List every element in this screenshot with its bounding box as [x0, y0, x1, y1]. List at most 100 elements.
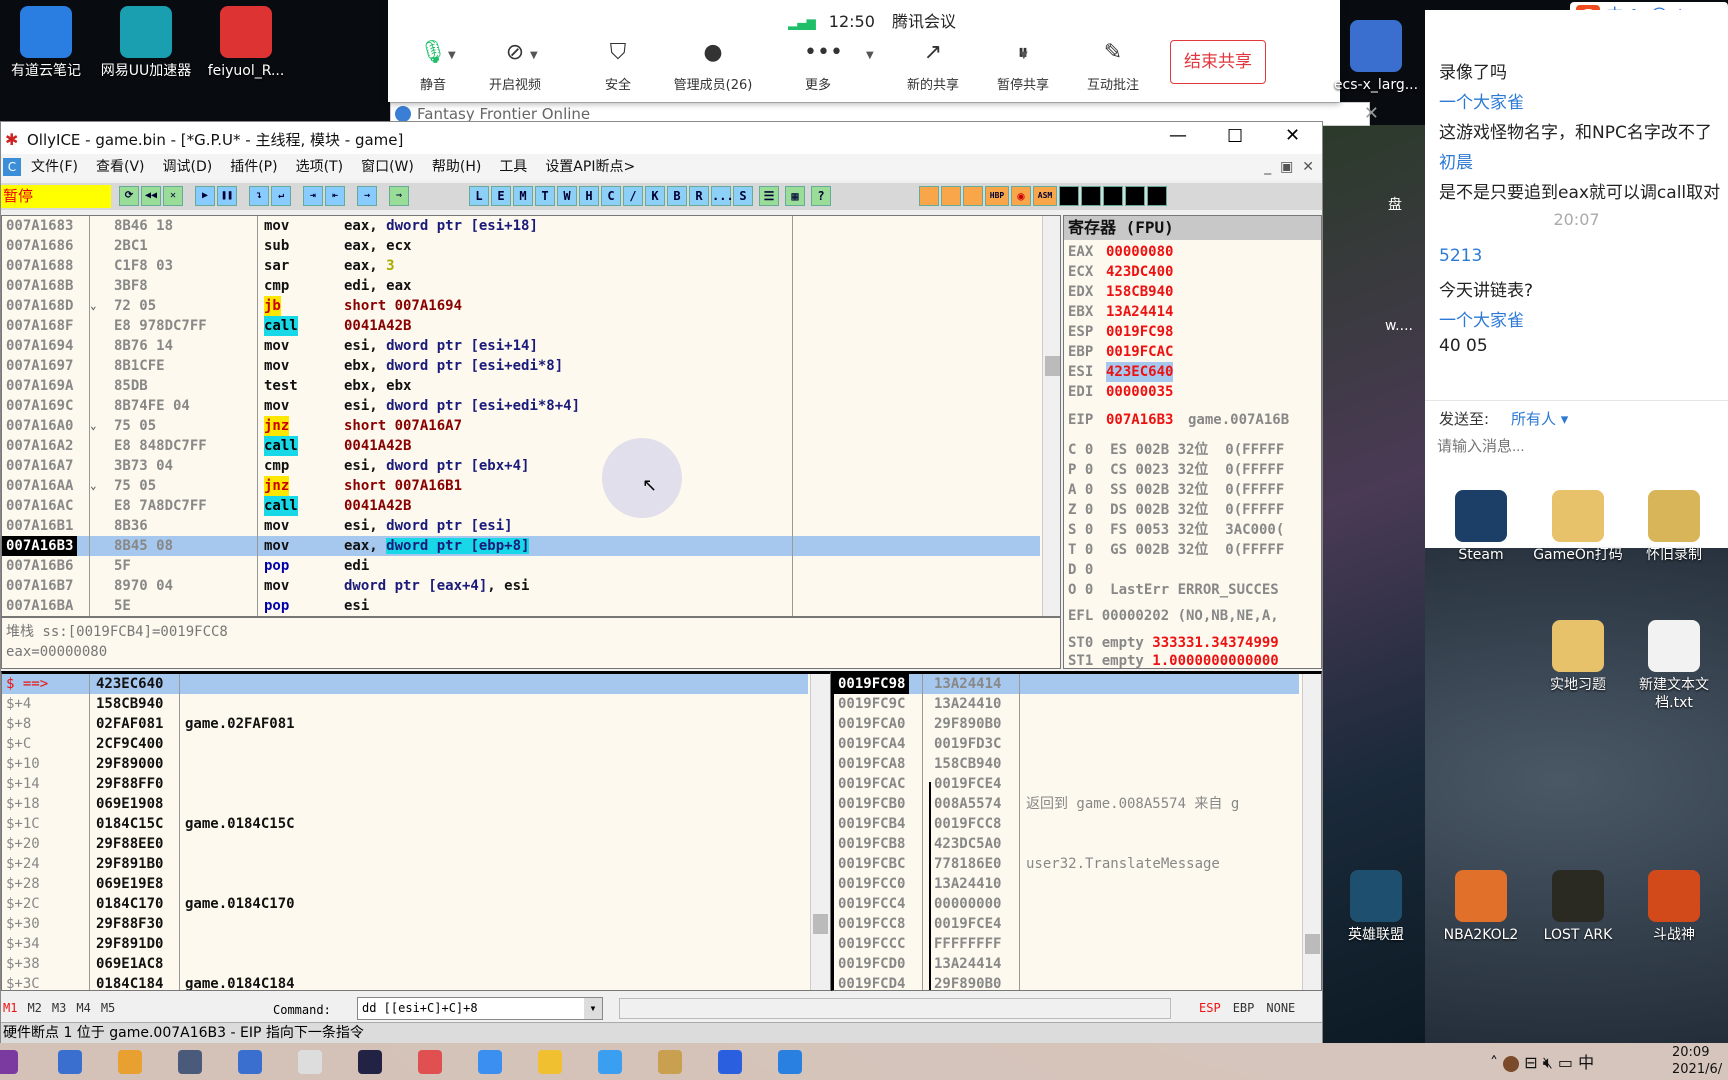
debug-toolbar-button[interactable]: ⇤: [325, 185, 345, 206]
register-row[interactable]: EBP 0019FCAC: [1064, 342, 1321, 362]
dump-row[interactable]: $+30 29F88F30: [2, 914, 830, 934]
flag-row[interactable]: C 0 ES 002B 32位 0(FFFFF: [1068, 440, 1284, 460]
taskbar-app-icon[interactable]: [538, 1050, 562, 1074]
window-toolbar-button[interactable]: W: [557, 185, 577, 206]
register-row[interactable]: ESI 423EC640: [1064, 362, 1321, 382]
toolbar-button[interactable]: ☰: [759, 185, 779, 206]
mark-button[interactable]: M2: [27, 1001, 41, 1015]
register-value[interactable]: 13A24414: [1106, 302, 1173, 322]
stack-row[interactable]: 0019FCA0 29F890B0: [834, 714, 1321, 734]
dropdown-caret-icon[interactable]: ▼: [1020, 50, 1028, 61]
register-value[interactable]: 423EC640: [1106, 362, 1174, 382]
toolbar-button[interactable]: ▦: [785, 185, 805, 206]
disasm-row[interactable]: 007A16B6 5F pop edi: [2, 556, 1060, 576]
menu-item[interactable]: 窗口(W): [361, 159, 414, 175]
volume-muted-icon[interactable]: 🔇︎: [1543, 1053, 1553, 1072]
stack-row[interactable]: 0019FC98 13A24414: [834, 674, 1299, 694]
ime-indicator[interactable]: 中: [1578, 1053, 1594, 1072]
command-input[interactable]: dd [[esi+C]+C]+8 ▾: [357, 997, 603, 1020]
disassembly-pane[interactable]: 007A1683 8B46 18 mov eax, dword ptr [esi+18…: [1, 215, 1061, 617]
window-toolbar-button[interactable]: H: [579, 185, 599, 206]
desktop-icon[interactable]: 新建文本文档.txt: [1628, 620, 1720, 712]
dump-row[interactable]: $+28 069E19E8: [2, 874, 830, 894]
command-dropdown-icon[interactable]: ▾: [584, 998, 602, 1019]
register-row[interactable]: EDI 00000035: [1064, 382, 1321, 402]
window-toolbar-button[interactable]: S: [733, 185, 753, 206]
battery-icon[interactable]: ▭: [1558, 1053, 1573, 1072]
toolbar-button[interactable]: ?: [811, 185, 831, 206]
eflags-row[interactable]: EFL 00000202 (NO,NB,NE,A,: [1068, 608, 1279, 624]
stack-pane[interactable]: 0019FC98 13A24414 0019FC9C 13A24410 0019FCA0…: [831, 671, 1322, 991]
dump-row[interactable]: $ ==> 423EC640: [2, 674, 808, 694]
window-toolbar-button[interactable]: L: [469, 185, 489, 206]
disassembly-scrollbar[interactable]: [1042, 216, 1060, 616]
stack-row[interactable]: 0019FCD0 13A24414: [834, 954, 1321, 974]
close-button[interactable]: ✕: [1285, 125, 1300, 146]
window-toolbar-button[interactable]: K: [645, 185, 665, 206]
register-value[interactable]: 00000080: [1106, 242, 1173, 262]
meeting-button[interactable]: ••• 更多: [773, 40, 863, 93]
register-row[interactable]: EAX 00000080: [1064, 242, 1321, 262]
register-follow-button[interactable]: ESP: [1199, 1001, 1221, 1015]
taskbar-app-icon[interactable]: [358, 1050, 382, 1074]
disasm-row[interactable]: 007A1697 8B1CFE mov ebx, dword ptr [esi+edi…: [2, 356, 1060, 376]
disasm-row[interactable]: 007A16A0 ⌄ 75 05 jnz short 007A16A7: [2, 416, 1060, 436]
disasm-row[interactable]: 007A16B3 8B45 08 mov eax, dword ptr [ebp+8]: [2, 536, 1040, 556]
mark-button[interactable]: M5: [101, 1001, 115, 1015]
mark-button[interactable]: M4: [76, 1001, 90, 1015]
dump-row[interactable]: $+10 29F89000: [2, 754, 830, 774]
menu-item[interactable]: 帮助(H): [432, 159, 481, 175]
meeting-button[interactable]: ✎ 互动批注: [1068, 40, 1158, 93]
dump-row[interactable]: $+20 29F88EE0: [2, 834, 830, 854]
register-value[interactable]: 158CB940: [1106, 282, 1173, 302]
disasm-row[interactable]: 007A1694 8B76 14 mov esi, dword ptr [esi+14…: [2, 336, 1060, 356]
debug-toolbar-button[interactable]: ◀◀: [141, 185, 161, 206]
plugin-toolbar[interactable]: HBP ◉ ASM: [919, 185, 1169, 206]
window-toolbar-button[interactable]: B: [667, 185, 687, 206]
desktop-icon[interactable]: 英雄联盟: [1330, 870, 1422, 944]
disasm-row[interactable]: 007A16B1 8B36 mov esi, dword ptr [esi]: [2, 516, 1060, 536]
flag-row[interactable]: P 0 CS 0023 32位 0(FFFFF: [1068, 460, 1284, 480]
disasm-row[interactable]: 007A1688 C1F8 03 sar eax, 3: [2, 256, 1060, 276]
stack-row[interactable]: 0019FCCC FFFFFFFF: [834, 934, 1321, 954]
disasm-row[interactable]: 007A16AA ⌄ 75 05 jnz short 007A16B1: [2, 476, 1060, 496]
fpu-st1[interactable]: ST1 empty 1.0000000000000: [1068, 653, 1279, 668]
flag-row[interactable]: O 0 LastErr ERROR_SUCCES: [1068, 580, 1279, 600]
debug-toolbar-button[interactable]: ▶: [195, 185, 215, 206]
title-bar[interactable]: ✱ OllyICE - game.bin - [*G.P.U* - 主线程, 模…: [1, 122, 1322, 154]
debug-toolbar-button[interactable]: ⟳: [119, 185, 139, 206]
disasm-row[interactable]: 007A1683 8B46 18 mov eax, dword ptr [esi+18…: [2, 216, 1060, 236]
disasm-row[interactable]: 007A168D ⌄ 72 05 jb short 007A1694: [2, 296, 1060, 316]
mdi-controls[interactable]: _ ▣ ✕: [1264, 154, 1314, 180]
stack-row[interactable]: 0019FCC8 0019FCE4: [834, 914, 1321, 934]
taskbar-app-icon[interactable]: [178, 1050, 202, 1074]
dump-row[interactable]: $+24 29F891B0: [2, 854, 830, 874]
taskbar-app-icon[interactable]: [238, 1050, 262, 1074]
register-value[interactable]: 00000035: [1106, 382, 1173, 402]
flag-row[interactable]: T 0 GS 002B 32位 0(FFFFF: [1068, 540, 1284, 560]
meeting-button[interactable]: 🎙︎ 静音: [388, 40, 478, 93]
chat-input[interactable]: [1437, 438, 1717, 455]
stack-row[interactable]: 0019FCA8 158CB940: [834, 754, 1321, 774]
disasm-row[interactable]: 007A16A2 E8 848DC7FF call 0041A42B: [2, 436, 1060, 456]
register-value[interactable]: 423DC400: [1106, 262, 1173, 282]
flag-row[interactable]: Z 0 DS 002B 32位 0(FFFFF: [1068, 500, 1284, 520]
register-row-eip[interactable]: EIP 007A16B3 game.007A16B: [1064, 410, 1321, 430]
meeting-button[interactable]: ⏸︎ 暂停共享: [978, 40, 1068, 93]
dropdown-caret-icon[interactable]: ▼: [448, 50, 456, 61]
register-row[interactable]: EBX 13A24414: [1064, 302, 1321, 322]
disasm-row[interactable]: 007A168B 3BF8 cmp edi, eax: [2, 276, 1060, 296]
disasm-row[interactable]: 007A169A 85DB test ebx, ebx: [2, 376, 1060, 396]
taskbar-app-icon[interactable]: [298, 1050, 322, 1074]
desktop-icon[interactable]: NBA2KOL2: [1435, 870, 1527, 944]
debug-toolbar-button[interactable]: ↵: [271, 185, 291, 206]
register-value[interactable]: 0019FC98: [1106, 322, 1173, 342]
chat-sender[interactable]: 一个大家雀: [1439, 88, 1524, 113]
taskbar-app-icon[interactable]: [58, 1050, 82, 1074]
window-toolbar-button[interactable]: E: [491, 185, 511, 206]
debug-toolbar-button[interactable]: ⇒: [389, 185, 409, 206]
stack-row[interactable]: 0019FC9C 13A24410: [834, 694, 1321, 714]
window-toolbar-button[interactable]: T: [535, 185, 555, 206]
dump-row[interactable]: $+38 069E1AC8: [2, 954, 830, 974]
window-toolbar-button[interactable]: R: [689, 185, 709, 206]
